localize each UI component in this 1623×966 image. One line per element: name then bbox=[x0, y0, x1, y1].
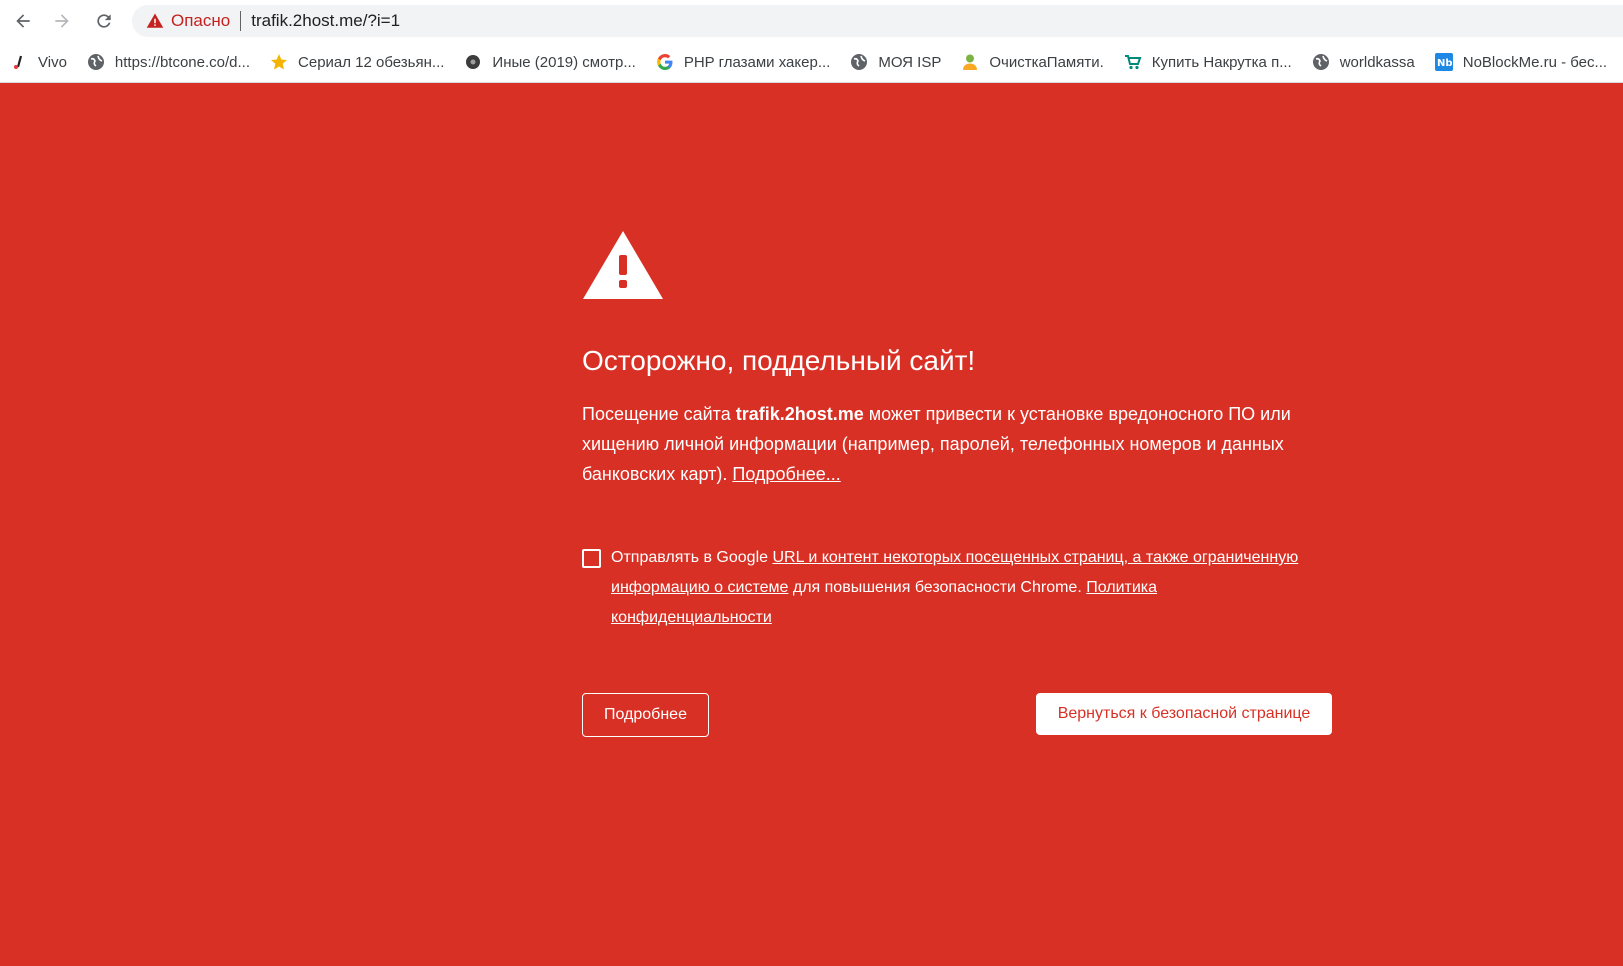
bookmark-label: worldkassa bbox=[1339, 53, 1415, 71]
url-text[interactable]: trafik.2host.me/?i=1 bbox=[251, 11, 400, 31]
bookmark-label: https://btcone.co/d... bbox=[114, 53, 251, 71]
bookmark-label: Сериал 12 обезьян... bbox=[298, 53, 445, 71]
bookmark-label: МОЯ ISP bbox=[878, 53, 942, 71]
bookmark-label: Купить Накрутка п... bbox=[1151, 53, 1292, 71]
details-button[interactable]: Подробнее bbox=[582, 693, 709, 737]
globe-icon bbox=[87, 53, 105, 71]
back-button[interactable] bbox=[9, 7, 37, 35]
svg-text:Nb: Nb bbox=[1437, 58, 1453, 69]
optin-text: Отправлять в Google bbox=[611, 549, 773, 566]
bookmark-label: ОчисткаПамяти. bbox=[989, 53, 1104, 71]
globe-icon bbox=[850, 53, 868, 71]
bookmark-label: Vivo bbox=[38, 53, 67, 71]
forward-button[interactable] bbox=[48, 7, 76, 35]
warning-triangle-icon bbox=[583, 231, 663, 299]
reload-icon bbox=[97, 14, 111, 28]
vivo-icon bbox=[10, 53, 28, 71]
bookmark-label: Иные (2019) смотр... bbox=[492, 53, 636, 71]
optin-text: для повышения безопасности Chrome. bbox=[788, 579, 1087, 596]
bookmark-item[interactable]: Vivo bbox=[0, 48, 75, 76]
bookmark-item[interactable]: https://btcone.co/d... bbox=[77, 48, 258, 76]
bookmarks-bar: Vivo https://btcone.co/d... Сериал 12 об… bbox=[0, 42, 1623, 83]
site-name: trafik.2host.me bbox=[735, 404, 864, 424]
browser-toolbar: Опасно trafik.2host.me/?i=1 bbox=[0, 0, 1623, 42]
nb-icon: Nb bbox=[1434, 53, 1453, 71]
address-bar[interactable]: Опасно trafik.2host.me/?i=1 bbox=[132, 5, 1623, 37]
interstitial-message: Посещение сайта trafik.2host.me может пр… bbox=[582, 399, 1322, 489]
warning-triangle-icon bbox=[146, 12, 164, 30]
bookmark-label: NoBlockMe.ru - бес... bbox=[1462, 53, 1608, 71]
star-icon bbox=[270, 53, 288, 71]
message-text: Посещение сайта bbox=[582, 404, 736, 424]
bookmark-item[interactable]: Купить Накрутка п... bbox=[1114, 48, 1300, 76]
details-link[interactable]: Подробнее... bbox=[732, 464, 840, 484]
bookmark-item[interactable]: Иные (2019) смотр... bbox=[454, 48, 643, 76]
address-separator bbox=[240, 11, 242, 31]
dark-circle-icon bbox=[464, 53, 482, 71]
google-icon bbox=[656, 53, 674, 71]
back-to-safety-button[interactable]: Вернуться к безопасной странице bbox=[1036, 693, 1332, 735]
bookmark-item[interactable]: ОчисткаПамяти. bbox=[951, 48, 1111, 76]
bookmark-item[interactable]: Сериал 12 обезьян... bbox=[260, 48, 452, 76]
extended-reporting-checkbox[interactable] bbox=[582, 549, 601, 568]
security-status[interactable]: Опасно bbox=[171, 11, 230, 31]
bookmark-item[interactable]: МОЯ ISP bbox=[840, 48, 949, 76]
optin-label: Отправлять в Google URL и контент некото… bbox=[611, 543, 1311, 633]
cart-icon bbox=[1124, 53, 1142, 71]
reload-button[interactable] bbox=[90, 7, 118, 35]
bookmark-item[interactable]: worldkassa bbox=[1302, 48, 1423, 76]
interstitial-heading: Осторожно, поддельный сайт! bbox=[582, 345, 976, 376]
bookmark-item[interactable]: PHP глазами хакер... bbox=[646, 48, 838, 76]
arrow-left-icon bbox=[16, 14, 30, 28]
bookmark-item[interactable]: Nb NoBlockMe.ru - бес... bbox=[1425, 48, 1615, 76]
globe-icon bbox=[1312, 53, 1330, 71]
user-icon bbox=[961, 53, 979, 71]
bookmark-label: PHP глазами хакер... bbox=[683, 53, 831, 71]
arrow-right-icon bbox=[55, 14, 69, 28]
safe-browsing-interstitial: Осторожно, поддельный сайт! Посещение са… bbox=[0, 83, 1623, 966]
